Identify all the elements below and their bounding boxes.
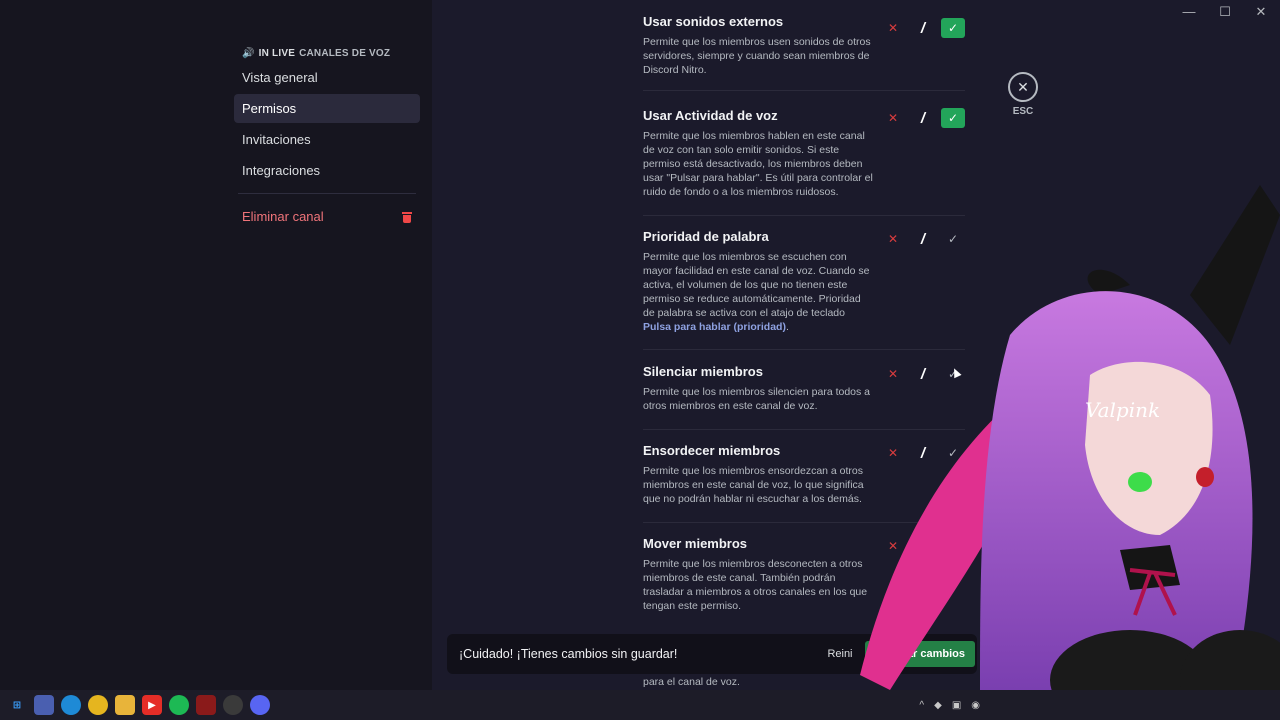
allow-icon[interactable]: ✓ [941,108,965,128]
permission-row: Usar sonidos externos Permite que los mi… [643,14,965,77]
tray-app-icon[interactable]: ◆ [934,700,942,711]
permission-toggle: ✕ / ✓ [881,108,965,128]
delete-channel-label: Eliminar canal [242,209,324,224]
unsaved-warning: ¡Cuidado! ¡Tienes cambios sin guardar! [459,647,678,661]
vtuber-avatar-image: Valpink [860,185,1280,690]
app-icon[interactable] [34,695,54,715]
period-text: . [785,321,789,333]
maximize-icon[interactable]: ☐ [1218,4,1232,20]
spotify-icon[interactable] [169,695,189,715]
windows-start-icon[interactable]: ⊞ [7,695,27,715]
deny-icon[interactable]: ✕ [881,108,905,128]
youtube-icon[interactable]: ▶ [142,695,162,715]
sidebar-divider [238,193,416,194]
settings-sidebar: 🔊 IN LIVE CANALES DE VOZ Vista general P… [234,44,420,231]
channel-header: 🔊 IN LIVE CANALES DE VOZ [234,44,420,63]
keybind-link[interactable]: Pulsa para hablar (prioridad) [643,321,786,333]
allow-icon[interactable]: ✓ [941,18,965,38]
watermark-text: Valpink [1085,398,1160,422]
close-circle-icon[interactable]: ✕ [1008,72,1038,102]
delete-channel-button[interactable]: Eliminar canal [234,202,420,231]
esc-label: ESC [1012,106,1034,117]
permission-description: Permite que los miembros usen sonidos de… [643,36,871,76]
tray-chevron-icon[interactable]: ^ [919,700,924,711]
trash-icon [402,211,412,223]
discord-icon[interactable] [250,695,270,715]
esc-close-button[interactable]: ✕ ESC [1008,72,1038,117]
edge-icon[interactable] [61,695,81,715]
channel-section-label: CANALES DE VOZ [299,48,391,59]
channel-live-label: IN LIVE [258,48,296,59]
scrolled-description-text: para el canal de voz. [643,676,740,688]
close-icon[interactable]: ✕ [1254,4,1268,20]
tray-xbox-icon[interactable]: ◉ [971,700,980,711]
chrome-icon[interactable] [88,695,108,715]
deny-icon[interactable]: ✕ [881,18,905,38]
tray-network-icon[interactable]: ▣ [952,700,961,711]
minimize-icon[interactable]: — [1182,4,1196,20]
speaker-icon: 🔊 [242,48,255,59]
neutral-icon[interactable]: / [911,18,935,38]
clock-app-icon[interactable] [223,695,243,715]
app2-icon[interactable] [196,695,216,715]
sidebar-item-overview[interactable]: Vista general [234,63,420,92]
taskbar: ⊞ ▶ ^ ◆ ▣ ◉ [0,690,1280,720]
system-tray: ^ ◆ ▣ ◉ [919,690,980,720]
files-icon[interactable] [115,695,135,715]
permission-toggle: ✕ / ✓ [881,18,965,38]
sidebar-item-integrations[interactable]: Integraciones [234,156,420,185]
neutral-icon[interactable]: / [911,108,935,128]
sidebar-item-permissions[interactable]: Permisos [234,94,420,123]
window-controls: — ☐ ✕ [1182,4,1268,20]
permission-divider [643,90,965,91]
sidebar-item-invites[interactable]: Invitaciones [234,125,420,154]
